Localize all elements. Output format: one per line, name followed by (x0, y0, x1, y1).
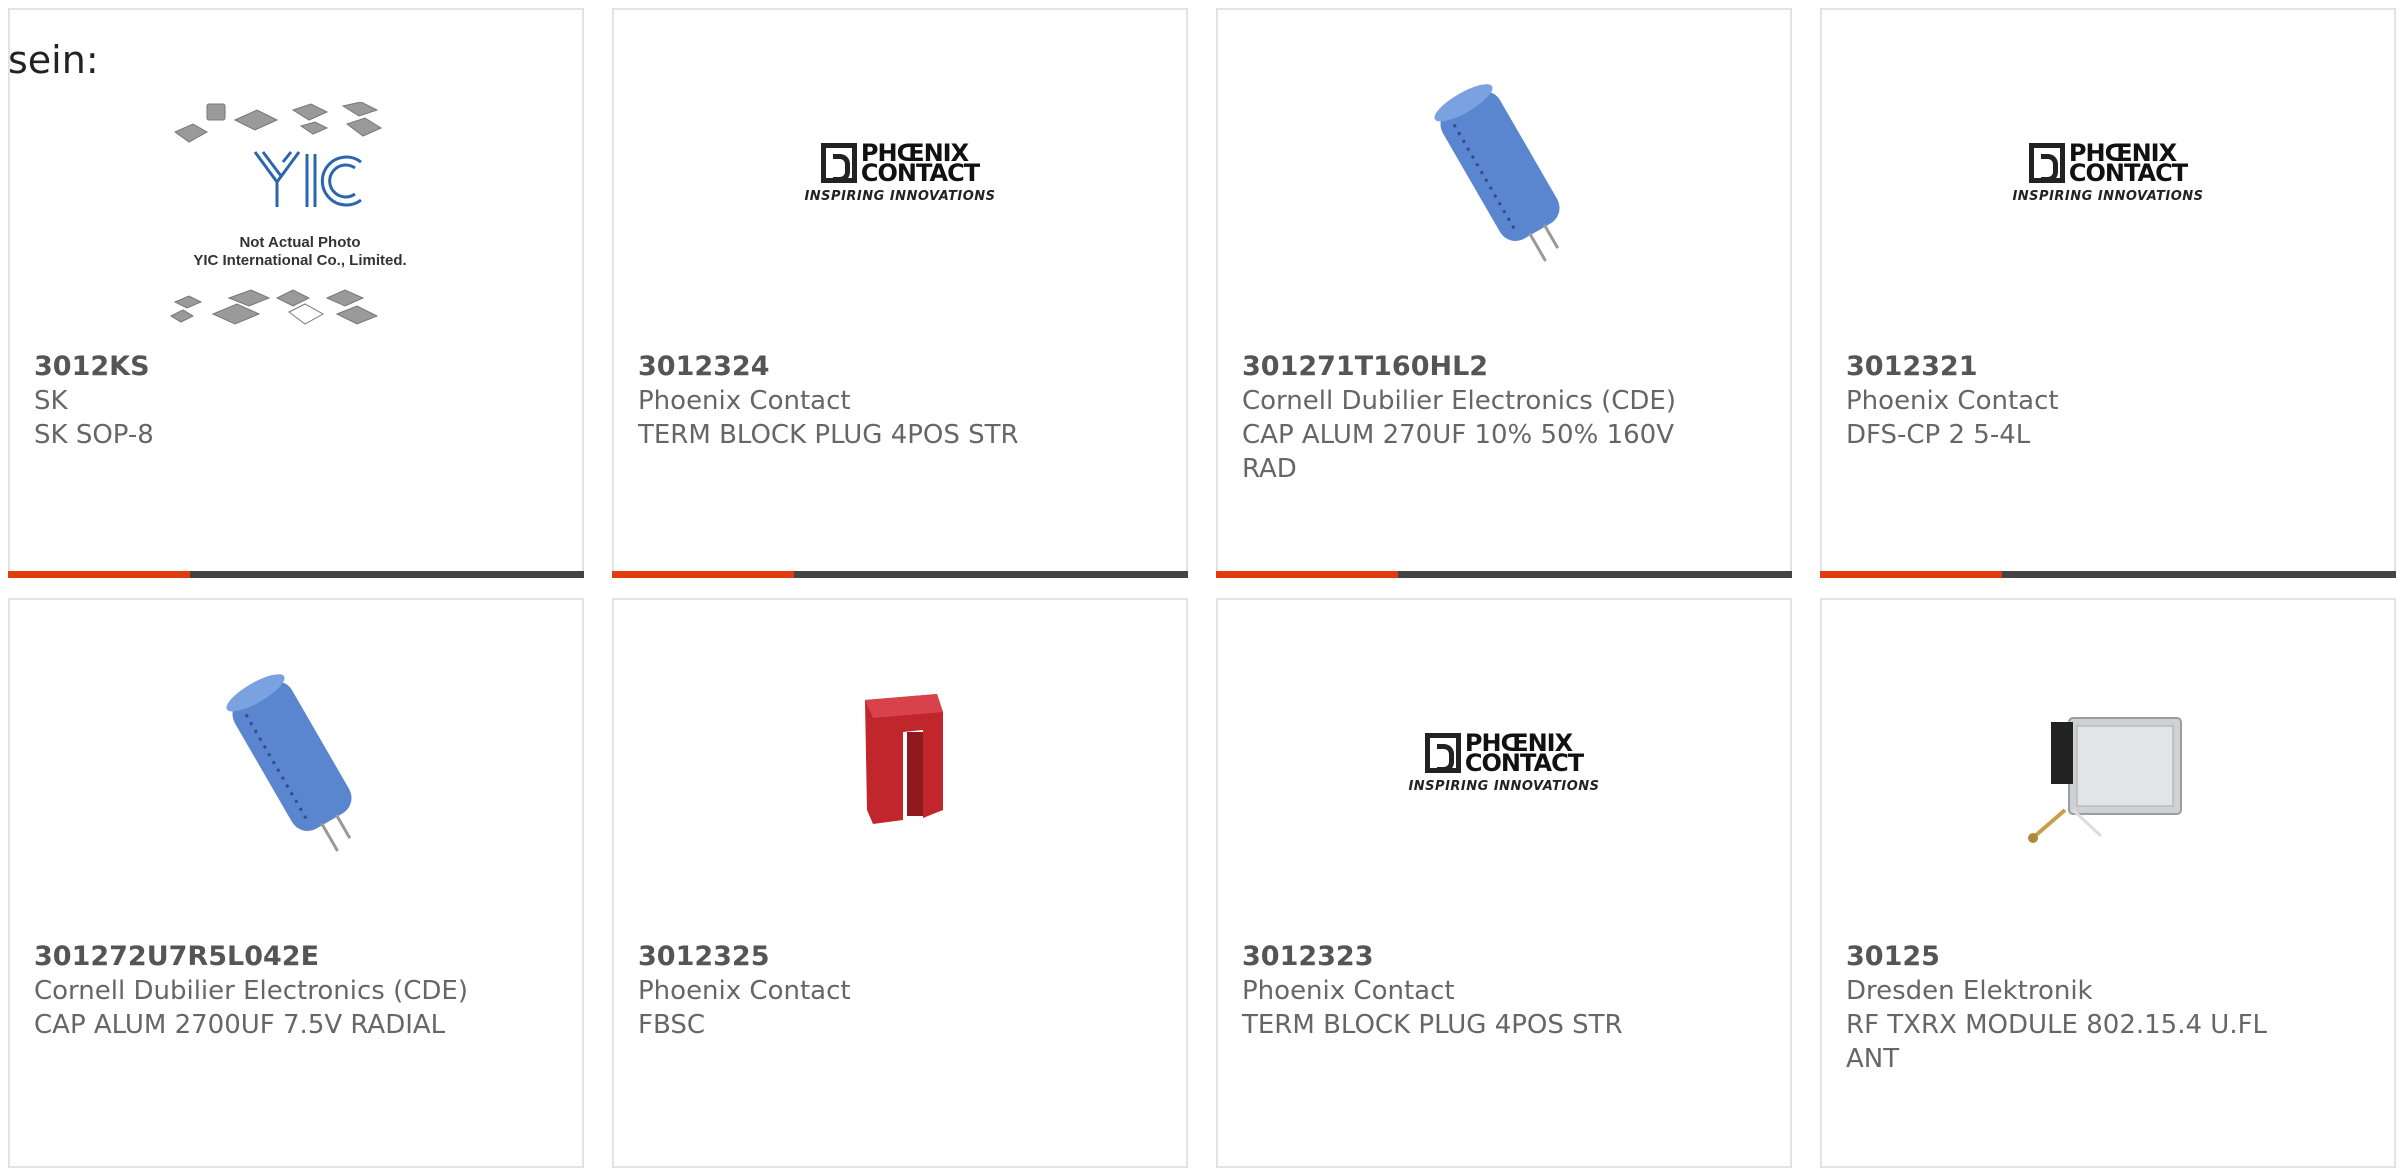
part-number[interactable]: 3012321 (1846, 350, 2326, 384)
image-note-line2: YIC International Co., Limited. (193, 252, 407, 269)
product-card[interactable]: PHŒNIX CONTACT INSPIRING INNOVATIONS 301… (612, 8, 1188, 578)
manufacturer: Phoenix Contact (638, 386, 851, 416)
phoenix-contact-logo-icon: PHŒNIX CONTACT INSPIRING INNOVATIONS (2005, 70, 2211, 276)
part-number[interactable]: 301272U7R5L042E (34, 940, 514, 974)
description: RF TXRX MODULE 802.15.4 U.FL ANT (1846, 1010, 2268, 1074)
manufacturer: Phoenix Contact (1242, 976, 1455, 1006)
card-bar (8, 571, 584, 578)
product-card[interactable]: 30125 Dresden Elektronik RF TXRX MODULE … (1820, 598, 2396, 1168)
logo-line2: CONTACT (860, 158, 980, 187)
logo-tagline: INSPIRING INNOVATIONS (804, 188, 996, 204)
image-note-line1: Not Actual Photo (239, 234, 361, 251)
card-bar (612, 571, 1188, 578)
capacitor-icon (1401, 70, 1607, 276)
part-number[interactable]: 3012KS (34, 350, 514, 384)
part-number[interactable]: 301271T160HL2 (1242, 350, 1722, 384)
product-card[interactable]: PHŒNIX CONTACT INSPIRING INNOVATIONS 301… (1820, 8, 2396, 578)
manufacturer: Phoenix Contact (638, 976, 851, 1006)
part-number[interactable]: 3012324 (638, 350, 1118, 384)
logo-tagline: INSPIRING INNOVATIONS (1408, 778, 1600, 794)
description: DFS-CP 2 5-4L (1846, 420, 2031, 450)
part-number[interactable]: 3012323 (1242, 940, 1722, 974)
phoenix-contact-logo-icon: PHŒNIX CONTACT INSPIRING INNOVATIONS (1401, 660, 1607, 866)
description: CAP ALUM 2700UF 7.5V RADIAL (34, 1010, 446, 1040)
description: TERM BLOCK PLUG 4POS STR (638, 420, 1019, 450)
description: SK SOP-8 (34, 420, 154, 450)
description: TERM BLOCK PLUG 4POS STR (1242, 1010, 1623, 1040)
intro-text: sein: (8, 38, 99, 82)
product-card[interactable]: 301271T160HL2 Cornell Dubilier Electroni… (1216, 8, 1792, 578)
description: CAP ALUM 270UF 10% 50% 160V RAD (1242, 420, 1674, 484)
logo-line2: CONTACT (1464, 748, 1584, 777)
red-bridge-connector-icon (797, 660, 1003, 866)
manufacturer: Phoenix Contact (1846, 386, 2059, 416)
description: FBSC (638, 1010, 705, 1040)
product-card[interactable]: Not Actual Photo YIC International Co., … (8, 8, 584, 578)
manufacturer: SK (34, 386, 68, 416)
card-bar (1216, 571, 1792, 578)
phoenix-contact-logo-icon: PHŒNIX CONTACT INSPIRING INNOVATIONS (797, 70, 1003, 276)
product-card[interactable]: PHŒNIX CONTACT INSPIRING INNOVATIONS 301… (1216, 598, 1792, 1168)
part-number[interactable]: 3012325 (638, 940, 1118, 974)
card-bar (1820, 571, 2396, 578)
product-card[interactable]: 301272U7R5L042E Cornell Dubilier Electro… (8, 598, 584, 1168)
logo-tagline: INSPIRING INNOVATIONS (2012, 188, 2204, 204)
manufacturer: Cornell Dubilier Electronics (CDE) (1242, 386, 1676, 416)
product-image: Not Actual Photo YIC International Co., … (165, 101, 435, 342)
part-number[interactable]: 30125 (1846, 940, 2326, 974)
manufacturer: Cornell Dubilier Electronics (CDE) (34, 976, 468, 1006)
logo-line2: CONTACT (2068, 158, 2188, 187)
rf-module-icon (2005, 660, 2211, 866)
manufacturer: Dresden Elektronik (1846, 976, 2093, 1006)
product-card[interactable]: 3012325 Phoenix Contact FBSC (612, 598, 1188, 1168)
capacitor-icon (193, 660, 399, 866)
